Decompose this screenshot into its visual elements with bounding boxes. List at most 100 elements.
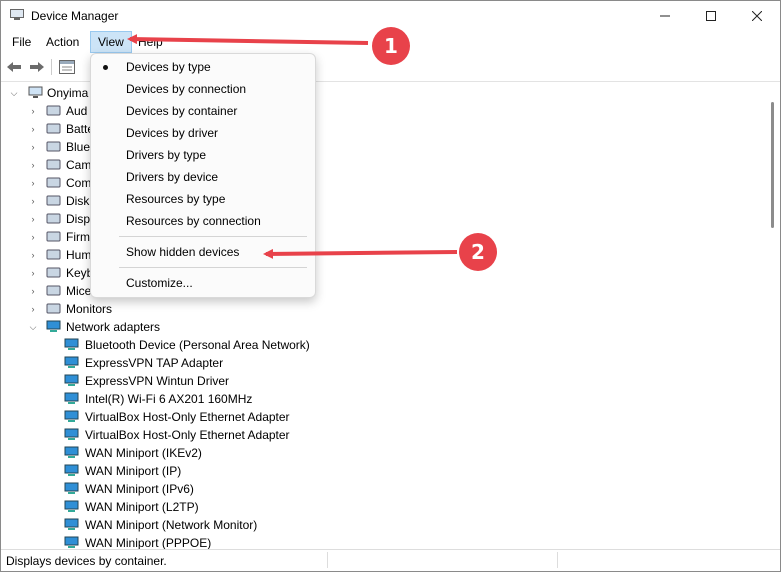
toolbar-separator — [51, 59, 52, 75]
network-adapter-label: WAN Miniport (IP) — [85, 464, 182, 478]
network-adapter-label: Bluetooth Device (Personal Area Network) — [85, 338, 310, 352]
network-adapter-label: Intel(R) Wi-Fi 6 AX201 160MHz — [85, 392, 253, 406]
network-adapter-icon — [64, 464, 79, 476]
menu-item-label: Resources by connection — [126, 214, 261, 228]
vertical-scrollbar[interactable] — [766, 82, 780, 549]
chevron-right-icon[interactable]: › — [28, 174, 38, 192]
menu-separator — [119, 236, 307, 237]
menu-item-drivers-by-type[interactable]: Drivers by type — [91, 144, 315, 166]
status-bar: Displays devices by container. — [1, 549, 780, 571]
display-icon — [46, 213, 61, 224]
monitor-icon — [46, 303, 61, 314]
chevron-right-icon[interactable]: › — [28, 228, 38, 246]
network-adapter-item[interactable]: WAN Miniport (IPv6) — [1, 480, 601, 498]
status-divider — [327, 552, 328, 568]
tree-category-network-adapters[interactable]: ⌵ Network adapters — [1, 318, 601, 336]
menu-separator — [119, 267, 307, 268]
minimize-button[interactable] — [642, 1, 688, 31]
menu-item-customize[interactable]: Customize... — [91, 272, 315, 294]
menu-item-label: Devices by connection — [126, 82, 247, 96]
menu-item-label: Devices by driver — [126, 126, 219, 140]
menu-item-devices-by-type[interactable]: Devices by type — [91, 56, 315, 78]
network-adapter-label: VirtualBox Host-Only Ethernet Adapter — [85, 410, 290, 424]
category-label: Com — [66, 176, 92, 190]
network-adapter-item[interactable]: Intel(R) Wi-Fi 6 AX201 160MHz — [1, 390, 601, 408]
hid-icon — [46, 249, 61, 260]
maximize-icon — [706, 11, 716, 21]
maximize-button[interactable] — [688, 1, 734, 31]
menu-view[interactable]: View — [90, 31, 132, 53]
category-label: Disp — [66, 212, 91, 226]
menu-action[interactable]: Action — [39, 32, 86, 52]
menu-item-devices-by-driver[interactable]: Devices by driver — [91, 122, 315, 144]
computer-icon — [46, 177, 61, 188]
chevron-right-icon[interactable]: › — [28, 102, 38, 120]
chevron-down-icon[interactable]: ⌵ — [9, 84, 19, 102]
network-adapter-icon — [64, 374, 79, 386]
menu-item-label: Resources by type — [126, 192, 226, 206]
network-adapter-label: WAN Miniport (IPv6) — [85, 482, 194, 496]
menu-item-label: Show hidden devices — [126, 245, 240, 259]
menu-bar: File Action View Help — [1, 31, 780, 53]
chevron-down-icon[interactable]: ⌵ — [28, 318, 38, 336]
menu-item-show-hidden-devices[interactable]: Show hidden devices — [91, 241, 315, 263]
back-arrow-icon — [7, 62, 21, 72]
network-adapter-item[interactable]: ExpressVPN Wintun Driver — [1, 372, 601, 390]
network-adapter-icon — [64, 428, 79, 440]
chevron-right-icon[interactable]: › — [28, 210, 38, 228]
chevron-right-icon[interactable]: › — [28, 300, 38, 318]
network-adapter-item[interactable]: WAN Miniport (Network Monitor) — [1, 516, 601, 534]
category-label: Disk — [66, 194, 90, 208]
chevron-right-icon[interactable]: › — [28, 138, 38, 156]
properties-button[interactable] — [58, 59, 76, 75]
network-adapter-icon — [64, 536, 79, 548]
network-adapter-item[interactable]: WAN Miniport (L2TP) — [1, 498, 601, 516]
network-adapter-label: ExpressVPN TAP Adapter — [85, 356, 224, 370]
category-label: Cam — [66, 158, 92, 172]
network-adapter-label: VirtualBox Host-Only Ethernet Adapter — [85, 428, 290, 442]
menu-file[interactable]: File — [5, 32, 38, 52]
category-label: Monitors — [66, 302, 113, 316]
menu-item-label: Drivers by device — [126, 170, 219, 184]
view-dropdown-menu: Devices by type Devices by connection De… — [90, 53, 316, 298]
network-adapter-item[interactable]: WAN Miniport (IP) — [1, 462, 601, 480]
network-adapter-icon — [64, 392, 79, 404]
network-adapter-item[interactable]: Bluetooth Device (Personal Area Network) — [1, 336, 601, 354]
close-button[interactable] — [734, 1, 780, 31]
menu-item-label: Devices by container — [126, 104, 238, 118]
network-adapter-item[interactable]: VirtualBox Host-Only Ethernet Adapter — [1, 426, 601, 444]
menu-help[interactable]: Help — [131, 32, 170, 52]
network-adapters-label: Network adapters — [66, 320, 161, 334]
camera-icon — [46, 159, 61, 170]
scrollbar-thumb[interactable] — [771, 102, 774, 228]
network-adapter-item[interactable]: VirtualBox Host-Only Ethernet Adapter — [1, 408, 601, 426]
disk-icon — [46, 195, 61, 206]
category-label: Hum — [66, 248, 92, 262]
network-adapter-icon — [64, 446, 79, 458]
menu-item-devices-by-connection[interactable]: Devices by connection — [91, 78, 315, 100]
properties-icon — [59, 60, 75, 74]
chevron-right-icon[interactable]: › — [28, 264, 38, 282]
category-label: Blue — [66, 140, 91, 154]
status-divider — [557, 552, 558, 568]
chevron-right-icon[interactable]: › — [28, 282, 38, 300]
root-label: Onyima — [47, 86, 89, 100]
menu-item-resources-by-type[interactable]: Resources by type — [91, 188, 315, 210]
forward-arrow-icon — [30, 62, 44, 72]
chevron-right-icon[interactable]: › — [28, 246, 38, 264]
chevron-right-icon[interactable]: › — [28, 120, 38, 138]
network-adapter-item[interactable]: WAN Miniport (IKEv2) — [1, 444, 601, 462]
menu-item-devices-by-container[interactable]: Devices by container — [91, 100, 315, 122]
chevron-right-icon[interactable]: › — [28, 192, 38, 210]
tree-category[interactable]: › Monitors — [1, 300, 601, 318]
category-label: Aud — [66, 104, 88, 118]
network-adapter-icon — [64, 482, 79, 494]
back-button[interactable] — [5, 59, 23, 75]
category-label: Firm — [66, 230, 90, 244]
menu-item-resources-by-connection[interactable]: Resources by connection — [91, 210, 315, 232]
forward-button[interactable] — [28, 59, 46, 75]
menu-item-drivers-by-device[interactable]: Drivers by device — [91, 166, 315, 188]
network-adapter-item[interactable]: ExpressVPN TAP Adapter — [1, 354, 601, 372]
network-adapter-icon — [64, 500, 79, 512]
chevron-right-icon[interactable]: › — [28, 156, 38, 174]
